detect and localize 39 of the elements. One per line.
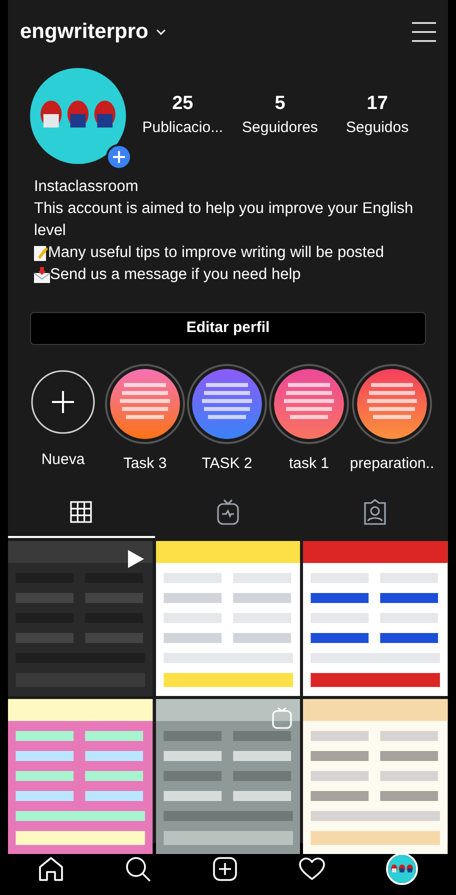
bio-text: Many useful tips to improve writing will be posted [48,243,384,263]
bio-text: Instaclassroom [34,177,140,197]
memo-icon [34,245,48,261]
highlight-label: task 1 [288,454,330,474]
stat-label[interactable]: Seguidos [346,116,409,140]
stat-count: 5 [274,92,286,116]
add-story-icon[interactable] [106,144,132,170]
tv-icon [216,498,239,524]
person-tag-icon [364,498,386,524]
avatar-picture-icon [30,68,126,164]
play-icon [126,548,145,568]
envelope-icon [34,267,50,283]
highlight-label: Task 3 [123,454,167,474]
stat-label[interactable]: Publicacio... [142,116,224,140]
username: engwriterpro [20,19,148,46]
bio-text: This account is aimed to help you improve your English level [34,199,414,241]
stat-count: 17 [366,92,388,116]
menu-icon[interactable] [412,22,436,42]
highlight-ring[interactable] [105,364,185,444]
grid-icon [69,500,94,524]
avatar-picture-icon [388,855,416,883]
highlight-ring[interactable] [352,364,432,444]
search-icon[interactable] [125,856,152,882]
add-post-icon[interactable] [212,856,238,882]
stat-label[interactable]: Seguidores [242,116,318,140]
new-highlight-icon[interactable] [30,369,96,435]
tv-icon [272,706,292,728]
highlight-ring[interactable] [187,364,267,444]
home-icon[interactable] [38,856,64,882]
profile-tab[interactable] [386,853,418,885]
highlight-label: Nueva [41,450,85,470]
highlight-label: preparation.. [350,454,434,474]
edit-profile-button[interactable]: Editar perfil [30,312,426,345]
highlight-ring[interactable] [269,364,349,444]
stat-count: 25 [172,92,194,116]
highlight-label: TASK 2 [202,454,252,474]
bio-text: Send us a message if you need help [50,265,301,285]
heart-icon[interactable] [298,857,325,881]
chevron-down-icon[interactable] [156,29,166,35]
